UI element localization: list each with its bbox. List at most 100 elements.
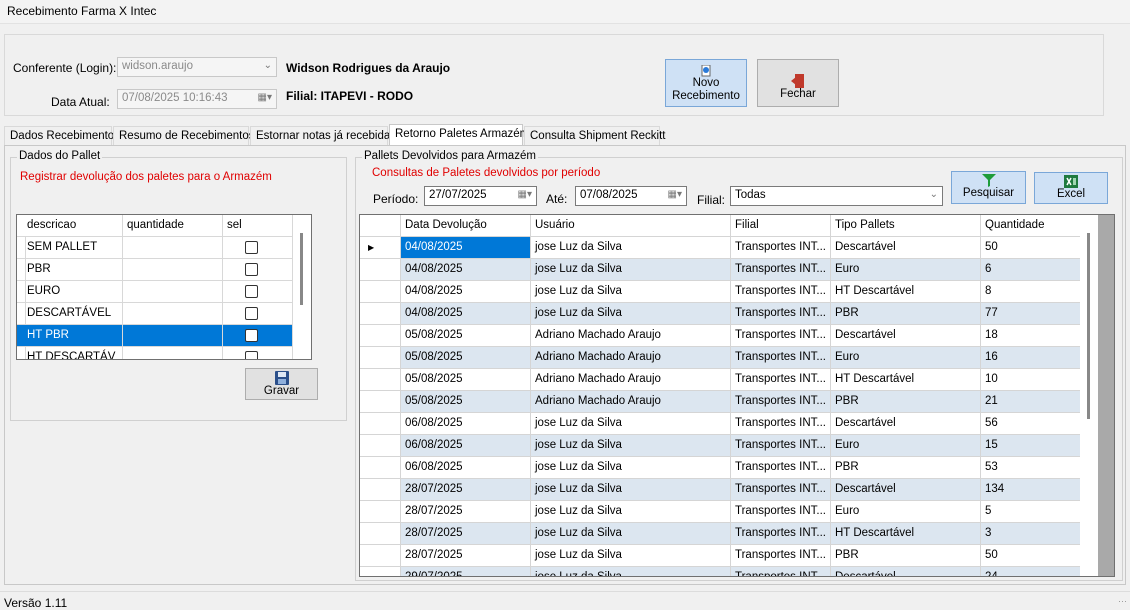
tab-resumo-recebimentos[interactable]: Resumo de Recebimentos [113,126,255,146]
cell-data-devolucao[interactable]: 28/07/2025 [401,523,531,545]
cell-tipo-pallets[interactable]: Descartável [831,479,981,501]
cell-quantidade[interactable]: 5 [981,501,1081,523]
pallet-descricao[interactable]: HT PBR [23,325,123,347]
cell-filial[interactable]: Transportes INT... [731,347,831,369]
cell-quantidade[interactable]: 21 [981,391,1081,413]
cell-quantidade[interactable]: 53 [981,457,1081,479]
pallet-quantidade[interactable] [123,259,223,281]
cell-usuario[interactable]: jose Luz da Silva [531,259,731,281]
cell-usuario[interactable]: Adriano Machado Araujo [531,325,731,347]
cell-tipo-pallets[interactable]: Euro [831,435,981,457]
row-header[interactable] [360,479,401,501]
devolvidos-scroll-thumb[interactable] [1087,233,1090,419]
cell-data-devolucao[interactable]: 28/07/2025 [401,545,531,567]
data-atual-picker[interactable]: 07/08/2025 10:16:43 ▦▾ [117,89,277,109]
cell-usuario[interactable]: jose Luz da Silva [531,237,731,259]
cell-tipo-pallets[interactable]: Euro [831,347,981,369]
cell-quantidade[interactable]: 8 [981,281,1081,303]
pallet-sel-checkbox[interactable] [245,351,258,359]
pallet-descricao[interactable]: SEM PALLET [23,237,123,259]
cell-data-devolucao[interactable]: 29/07/2025 [401,567,531,576]
row-header[interactable] [360,259,401,281]
col-quantidade[interactable]: Quantidade [981,215,1081,237]
pallet-sel-checkbox[interactable] [245,263,258,276]
cell-tipo-pallets[interactable]: HT Descartável [831,523,981,545]
cell-data-devolucao[interactable]: 04/08/2025 [401,237,531,259]
devolvidos-row[interactable]: 04/08/2025 jose Luz da Silva Transportes I… [360,281,1081,303]
pallet-sel-checkbox[interactable] [245,307,258,320]
row-header[interactable] [360,369,401,391]
devolvidos-row[interactable]: 06/08/2025 jose Luz da Silva Transportes I… [360,435,1081,457]
periodo-de-picker[interactable]: 27/07/2025 ▦▾ [424,186,537,206]
periodo-ate-picker[interactable]: 07/08/2025 ▦▾ [575,186,687,206]
cell-usuario[interactable]: jose Luz da Silva [531,501,731,523]
cell-filial[interactable]: Transportes INT... [731,457,831,479]
cell-data-devolucao[interactable]: 06/08/2025 [401,435,531,457]
pallet-quantidade[interactable] [123,347,223,359]
row-header[interactable]: ▶ [360,237,401,259]
cell-quantidade[interactable]: 10 [981,369,1081,391]
devolvidos-row[interactable]: 06/08/2025 jose Luz da Silva Transportes I… [360,413,1081,435]
cell-filial[interactable]: Transportes INT... [731,391,831,413]
cell-quantidade[interactable]: 134 [981,479,1081,501]
devolvidos-row[interactable]: 05/08/2025 Adriano Machado Araujo Transpor… [360,369,1081,391]
cell-quantidade[interactable]: 15 [981,435,1081,457]
devolvidos-row[interactable]: 04/08/2025 jose Luz da Silva Transportes I… [360,303,1081,325]
cell-usuario[interactable]: Adriano Machado Araujo [531,347,731,369]
cell-data-devolucao[interactable]: 04/08/2025 [401,281,531,303]
cell-usuario[interactable]: jose Luz da Silva [531,435,731,457]
cell-quantidade[interactable]: 24 [981,567,1081,576]
devolvidos-row[interactable]: 05/08/2025 Adriano Machado Araujo Transpor… [360,325,1081,347]
cell-tipo-pallets[interactable]: PBR [831,545,981,567]
cell-data-devolucao[interactable]: 04/08/2025 [401,259,531,281]
cell-data-devolucao[interactable]: 06/08/2025 [401,457,531,479]
cell-quantidade[interactable]: 56 [981,413,1081,435]
cell-usuario[interactable]: jose Luz da Silva [531,413,731,435]
tab-retorno-paletes[interactable]: Retorno Paletes Armazém [389,124,529,146]
cell-quantidade[interactable]: 50 [981,237,1081,259]
row-header[interactable] [360,545,401,567]
pallet-descricao[interactable]: HT DESCARTÁV [23,347,123,359]
row-header[interactable] [360,325,401,347]
devolvidos-row[interactable]: 05/08/2025 Adriano Machado Araujo Transpor… [360,347,1081,369]
cell-usuario[interactable]: jose Luz da Silva [531,479,731,501]
cell-data-devolucao[interactable]: 05/08/2025 [401,391,531,413]
col-data-devolucao[interactable]: Data Devolução [401,215,531,237]
cell-data-devolucao[interactable]: 06/08/2025 [401,413,531,435]
col-usuario[interactable]: Usuário [531,215,731,237]
col-filial[interactable]: Filial [731,215,831,237]
devolvidos-row[interactable]: 06/08/2025 jose Luz da Silva Transportes I… [360,457,1081,479]
devolvidos-row[interactable]: ▶ 04/08/2025 jose Luz da Silva Transportes … [360,237,1081,259]
cell-quantidade[interactable]: 6 [981,259,1081,281]
novo-recebimento-button[interactable]: Novo Recebimento [665,59,747,107]
cell-filial[interactable]: Transportes INT... [731,413,831,435]
pesquisar-button[interactable]: Pesquisar [951,171,1026,204]
devolvidos-row[interactable]: 05/08/2025 Adriano Machado Araujo Transpor… [360,391,1081,413]
pallet-sel-checkbox[interactable] [245,241,258,254]
cell-tipo-pallets[interactable]: Euro [831,501,981,523]
pallet-row[interactable]: EURO [17,281,293,303]
pallet-descricao[interactable]: DESCARTÁVEL [23,303,123,325]
cell-filial[interactable]: Transportes INT... [731,237,831,259]
cell-filial[interactable]: Transportes INT... [731,545,831,567]
pallet-row[interactable]: SEM PALLET [17,237,293,259]
col-quantidade[interactable]: quantidade [123,215,223,237]
cell-filial[interactable]: Transportes INT... [731,435,831,457]
cell-filial[interactable]: Transportes INT... [731,501,831,523]
cell-usuario[interactable]: Adriano Machado Araujo [531,369,731,391]
cell-filial[interactable]: Transportes INT... [731,325,831,347]
cell-usuario[interactable]: jose Luz da Silva [531,457,731,479]
col-descricao[interactable]: descricao [23,215,123,237]
row-header[interactable] [360,523,401,545]
devolvidos-row[interactable]: 28/07/2025 jose Luz da Silva Transportes I… [360,479,1081,501]
pallet-quantidade[interactable] [123,325,223,347]
devolvidos-row[interactable]: 28/07/2025 jose Luz da Silva Transportes I… [360,545,1081,567]
cell-tipo-pallets[interactable]: Descartável [831,237,981,259]
cell-data-devolucao[interactable]: 28/07/2025 [401,501,531,523]
cell-filial[interactable]: Transportes INT... [731,523,831,545]
cell-tipo-pallets[interactable]: Euro [831,259,981,281]
devolvidos-scrollbar[interactable] [1080,215,1098,576]
pallet-descricao[interactable]: PBR [23,259,123,281]
col-sel[interactable]: sel [223,215,293,237]
pallet-row[interactable]: DESCARTÁVEL [17,303,293,325]
